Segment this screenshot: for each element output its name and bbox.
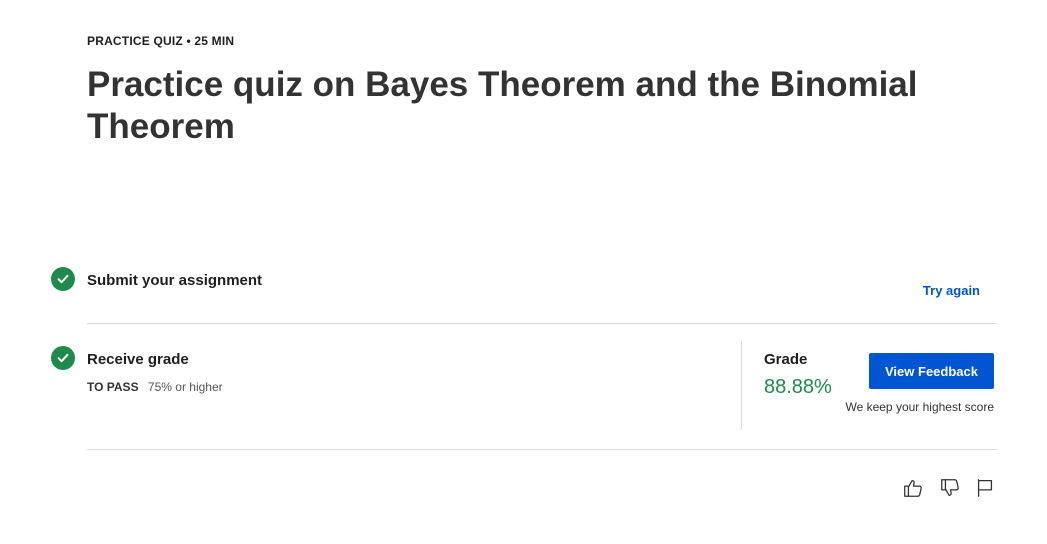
pass-requirement: TO PASS 75% or higher bbox=[87, 380, 223, 394]
check-circle-icon bbox=[51, 267, 75, 291]
grade-label: Grade bbox=[764, 351, 808, 368]
pass-key: TO PASS bbox=[87, 380, 139, 394]
quiz-page: PRACTICE QUIZ • 25 MIN Practice quiz on … bbox=[0, 0, 1047, 544]
divider bbox=[87, 323, 997, 324]
view-feedback-button[interactable]: View Feedback bbox=[869, 353, 994, 389]
page-title: Practice quiz on Bayes Theorem and the B… bbox=[87, 65, 918, 146]
thumbs-up-icon[interactable] bbox=[901, 476, 925, 500]
quiz-meta: PRACTICE QUIZ • 25 MIN bbox=[87, 34, 235, 48]
vertical-divider bbox=[741, 341, 742, 430]
submit-step-label: Submit your assignment bbox=[87, 272, 263, 289]
receive-grade-label: Receive grade bbox=[87, 351, 189, 368]
divider bbox=[87, 449, 997, 450]
flag-icon[interactable] bbox=[973, 476, 997, 500]
highest-score-note: We keep your highest score bbox=[845, 400, 994, 414]
check-circle-icon bbox=[51, 346, 75, 370]
grade-value: 88.88% bbox=[764, 376, 832, 398]
try-again-link[interactable]: Try again bbox=[923, 283, 980, 298]
pass-value: 75% or higher bbox=[147, 380, 223, 394]
thumbs-down-icon[interactable] bbox=[938, 476, 962, 500]
